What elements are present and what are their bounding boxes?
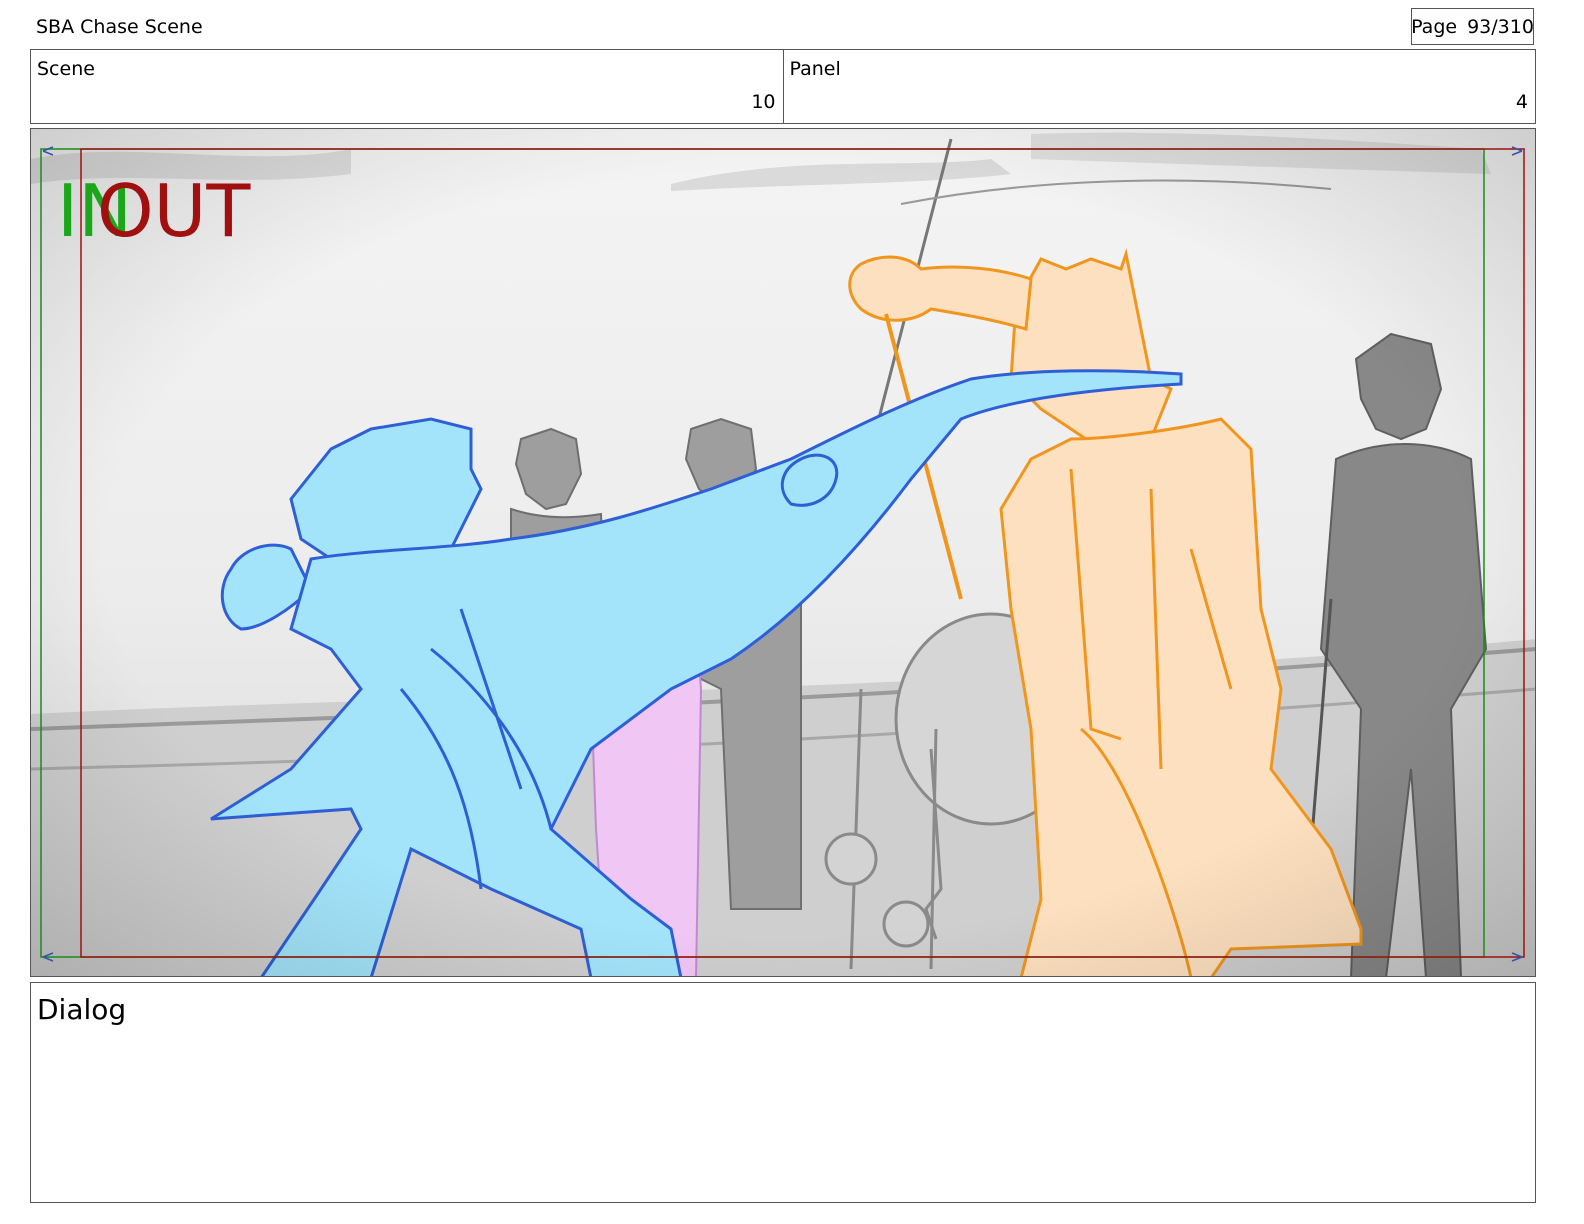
panel-cell: Panel 4 [782, 50, 1536, 123]
scene-cell: Scene 10 [31, 50, 783, 123]
storyboard-sketch: IN OUT [31, 129, 1535, 976]
page-number: 93/310 [1467, 15, 1534, 38]
dialog-box: Dialog [30, 982, 1536, 1203]
page-counter: Page 93/310 [1411, 8, 1534, 45]
page-label: Page [1411, 15, 1458, 38]
scene-value: 10 [751, 91, 776, 113]
project-title: SBA Chase Scene [36, 16, 203, 38]
scene-panel-row: Scene 10 Panel 4 [30, 49, 1536, 124]
vignette [31, 129, 1535, 976]
storyboard-panel: IN OUT [30, 128, 1536, 977]
out-marker: OUT [97, 169, 251, 253]
panel-value: 4 [1515, 91, 1528, 113]
dialog-label: Dialog [37, 993, 127, 1026]
scene-label: Scene [37, 58, 95, 80]
panel-label: Panel [789, 58, 841, 80]
